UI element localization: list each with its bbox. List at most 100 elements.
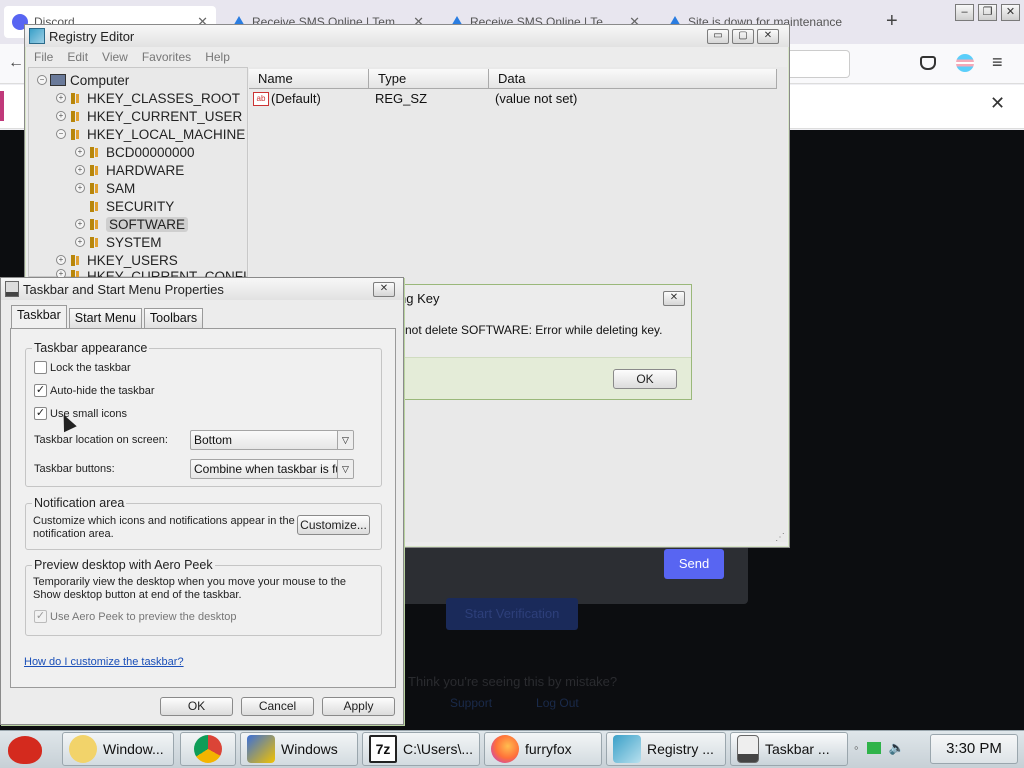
new-tab-button[interactable]: + <box>886 10 898 33</box>
tree-node-label: HKEY_USERS <box>87 252 178 268</box>
tree-node-security[interactable]: + SECURITY <box>75 197 174 215</box>
maximize-button[interactable]: ▢ <box>732 28 754 44</box>
help-link[interactable]: How do I customize the taskbar? <box>24 656 184 668</box>
expand-icon[interactable]: + <box>75 237 85 247</box>
action-center-icon[interactable]: ◦ <box>854 740 859 756</box>
volume-icon[interactable]: 🔈 <box>889 740 905 756</box>
collapse-icon[interactable]: − <box>56 129 66 139</box>
expand-icon[interactable]: + <box>75 165 85 175</box>
tree-node-software[interactable]: + SOFTWARE <box>75 215 188 233</box>
expand-icon[interactable]: + <box>56 255 66 265</box>
tree-node-hardware[interactable]: + HARDWARE <box>75 161 184 179</box>
taskbar-item-registry[interactable]: Registry ... <box>606 732 726 766</box>
menu-edit[interactable]: Edit <box>67 50 88 64</box>
expand-icon[interactable]: + <box>75 147 85 157</box>
error-dialog-titlebar[interactable]: ng Key ✕ <box>399 287 691 309</box>
value-name: (Default) <box>271 91 321 106</box>
window-title: Registry Editor <box>49 28 135 44</box>
close-button[interactable]: ✕ <box>757 28 779 44</box>
ok-button[interactable]: OK <box>160 697 233 716</box>
checkbox-box[interactable]: ✓ <box>34 610 47 623</box>
checkbox-box[interactable] <box>34 361 47 374</box>
column-header-type[interactable]: Type <box>369 69 489 89</box>
network-icon[interactable] <box>866 742 881 754</box>
ok-button[interactable]: OK <box>613 369 677 389</box>
account-avatar-icon[interactable] <box>956 54 974 72</box>
close-infobar-icon[interactable]: ✕ <box>990 93 1005 114</box>
close-button[interactable]: ✕ <box>1001 4 1020 21</box>
menu-favorites[interactable]: Favorites <box>142 50 191 64</box>
url-bar[interactable] <box>780 50 850 78</box>
collapse-icon[interactable]: − <box>37 75 47 85</box>
autohide-taskbar-checkbox[interactable]: ✓ Auto-hide the taskbar <box>34 384 155 397</box>
tree-node-hku[interactable]: + HKEY_USERS <box>56 251 178 269</box>
menu-view[interactable]: View <box>102 50 128 64</box>
taskbar-item-7zip[interactable]: 7z C:\Users\... <box>362 732 480 766</box>
start-button[interactable] <box>2 732 52 766</box>
firefox-icon <box>491 735 519 763</box>
taskbar-item-taskbar-props[interactable]: Taskbar ... <box>730 732 848 766</box>
menu-help[interactable]: Help <box>205 50 230 64</box>
tree-node-sam[interactable]: + SAM <box>75 179 135 197</box>
hamburger-menu-icon[interactable]: ≡ <box>992 52 1003 73</box>
checkbox-label: Auto-hide the taskbar <box>50 384 155 397</box>
customize-button[interactable]: Customize... <box>297 515 370 535</box>
tree-node-hklm[interactable]: − HKEY_LOCAL_MACHINE <box>56 125 245 143</box>
start-verification-button[interactable]: Start Verification <box>446 598 578 630</box>
taskbar-item-windows-explorer[interactable]: Window... <box>62 732 174 766</box>
tree-node-computer[interactable]: − Computer <box>37 71 129 89</box>
small-icons-checkbox[interactable]: ✓ Use small icons <box>34 407 127 420</box>
minimize-button[interactable]: ▭ <box>707 28 729 44</box>
folder-people-icon <box>69 735 97 763</box>
expand-icon[interactable]: + <box>75 219 85 229</box>
apply-button[interactable]: Apply <box>322 697 395 716</box>
column-header-name[interactable]: Name <box>249 69 369 89</box>
tree-node-bcd[interactable]: + BCD00000000 <box>75 143 195 161</box>
aero-peek-checkbox[interactable]: ✓ Use Aero Peek to preview the desktop <box>34 610 237 623</box>
checkbox-box[interactable]: ✓ <box>34 384 47 397</box>
taskbar-item-label: C:\Users\... <box>403 741 474 757</box>
infobar-accent <box>0 91 4 121</box>
expand-icon[interactable]: + <box>56 93 66 103</box>
taskbar-item-windows-security[interactable]: Windows <box>240 732 358 766</box>
column-header-data[interactable]: Data <box>489 69 777 89</box>
table-row[interactable]: ab (Default) REG_SZ (value not set) <box>253 91 577 106</box>
registry-titlebar[interactable]: Registry Editor ▭ ▢ ✕ <box>25 25 789 47</box>
taskbar-clock[interactable]: 3:30 PM <box>930 734 1018 764</box>
expand-icon[interactable]: + <box>56 111 66 121</box>
checkbox-box[interactable]: ✓ <box>34 407 47 420</box>
tree-node-system[interactable]: + SYSTEM <box>75 233 162 251</box>
minimize-button[interactable]: – <box>955 4 974 21</box>
tree-node-hkcu[interactable]: + HKEY_CURRENT_USER <box>56 107 242 125</box>
menu-file[interactable]: File <box>34 50 53 64</box>
close-button[interactable]: ✕ <box>373 281 395 297</box>
tree-node-label: HARDWARE <box>106 162 185 178</box>
close-button[interactable]: ✕ <box>663 290 685 306</box>
support-link[interactable]: Support <box>450 696 492 710</box>
select-value: Combine when taskbar is full <box>194 462 348 476</box>
cancel-button[interactable]: Cancel <box>241 697 314 716</box>
tab-toolbars[interactable]: Toolbars <box>143 308 204 328</box>
taskbar-properties-titlebar[interactable]: Taskbar and Start Menu Properties ✕ <box>1 278 403 300</box>
buttons-select[interactable]: Combine when taskbar is full ▽ <box>190 459 354 479</box>
tree-node-hkcr[interactable]: + HKEY_CLASSES_ROOT <box>56 89 240 107</box>
7zip-icon: 7z <box>369 735 397 763</box>
location-select[interactable]: Bottom ▽ <box>190 430 354 450</box>
expand-icon[interactable]: + <box>75 183 85 193</box>
maximize-button[interactable]: ❐ <box>978 4 997 21</box>
back-arrow-icon[interactable]: ← <box>8 54 24 72</box>
taskbar-item-label: Window... <box>103 741 164 757</box>
chevron-down-icon[interactable]: ▽ <box>337 431 353 449</box>
pocket-icon[interactable] <box>920 56 936 70</box>
aero-peek-description: Temporarily view the desktop when you mo… <box>33 576 347 601</box>
resize-grip-icon[interactable]: ⋰ <box>775 532 785 543</box>
tab-start-menu[interactable]: Start Menu <box>68 308 142 328</box>
taskbar-item-firefox[interactable]: furryfox <box>484 732 602 766</box>
lock-taskbar-checkbox[interactable]: Lock the taskbar <box>34 361 131 374</box>
taskbar-item-chrome[interactable] <box>180 732 236 766</box>
tree-node-label: HKEY_CURRENT_USER <box>87 108 243 124</box>
chevron-down-icon[interactable]: ▽ <box>337 460 353 478</box>
send-button[interactable]: Send <box>664 549 724 579</box>
logout-link[interactable]: Log Out <box>536 696 579 710</box>
tab-taskbar[interactable]: Taskbar <box>11 305 67 328</box>
